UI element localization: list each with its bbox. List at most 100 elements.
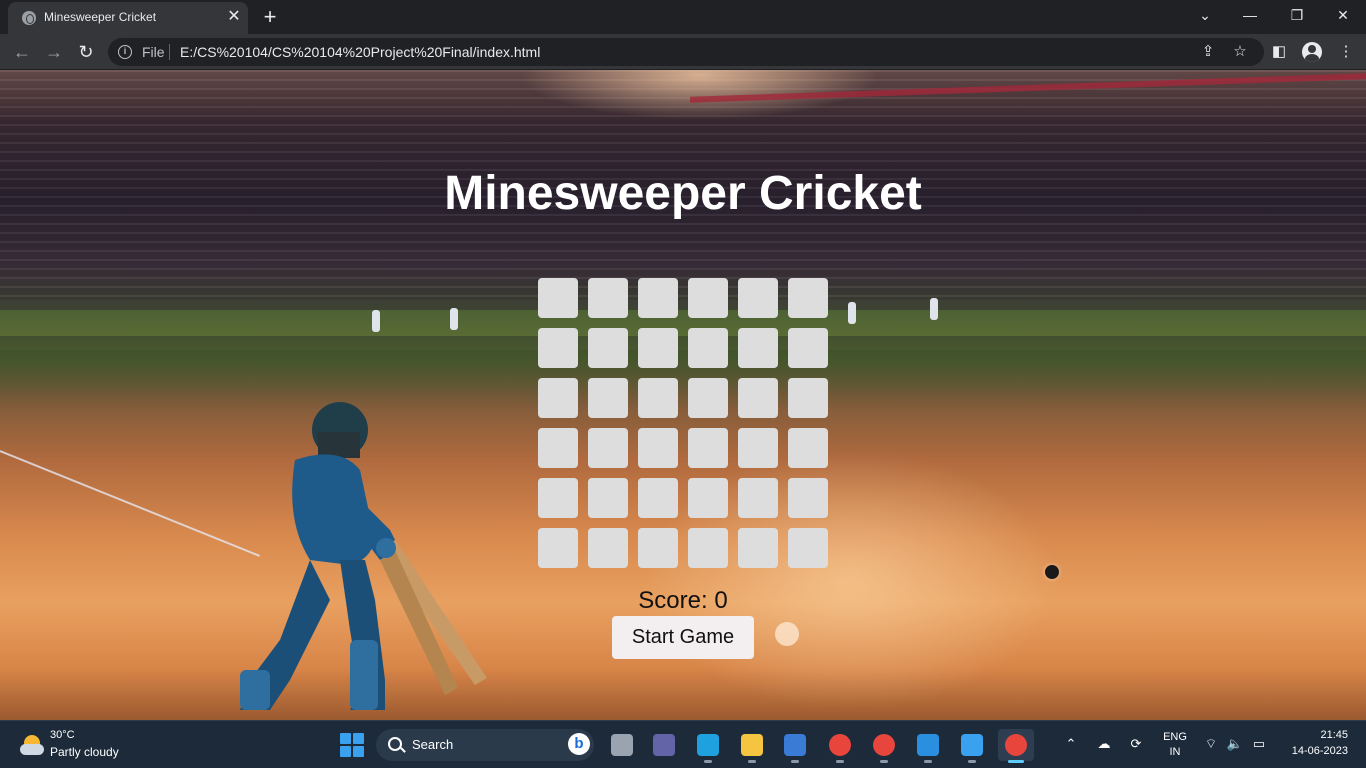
vscode-taskbar-button[interactable]	[910, 729, 946, 763]
sync-icon[interactable]: ⟳	[1127, 735, 1145, 753]
cricket-ball	[1045, 565, 1059, 579]
clock-date[interactable]: 14-06-2023	[1282, 745, 1348, 757]
chrome-profile-s-icon	[829, 734, 851, 756]
start-game-button[interactable]: Start Game	[612, 616, 754, 659]
bing-icon[interactable]: b	[568, 733, 590, 755]
grid-cell[interactable]	[588, 378, 628, 418]
grid-cell[interactable]	[538, 528, 578, 568]
grid-cell[interactable]	[738, 478, 778, 518]
file-explorer-taskbar-button[interactable]	[734, 729, 770, 763]
grid-cell[interactable]	[688, 328, 728, 368]
grid-cell[interactable]	[588, 278, 628, 318]
volume-icon[interactable]: 🔈	[1226, 735, 1244, 753]
grid-cell[interactable]	[788, 428, 828, 468]
running-indicator	[880, 760, 888, 763]
grid-cell[interactable]	[638, 378, 678, 418]
light-flare	[775, 622, 799, 646]
grid-cell[interactable]	[538, 478, 578, 518]
new-tab-button[interactable]: +	[258, 5, 282, 29]
chrome-profile-s-taskbar-button[interactable]	[822, 729, 858, 763]
weather-temperature[interactable]: 30°C	[50, 729, 75, 741]
tab-search-icon[interactable]: ⌄	[1193, 4, 1217, 26]
grid-cell[interactable]	[738, 428, 778, 468]
browser-tab[interactable]: Minesweeper Cricket ✕	[8, 2, 248, 34]
grid-cell[interactable]	[538, 278, 578, 318]
tab-close-icon[interactable]: ✕	[226, 8, 242, 26]
menu-kebab-icon[interactable]: ⋮	[1335, 41, 1357, 63]
grid-cell[interactable]	[538, 328, 578, 368]
grid-cell[interactable]	[738, 378, 778, 418]
forward-arrow-icon[interactable]: →	[42, 40, 66, 64]
grid-cell[interactable]	[588, 478, 628, 518]
microsoft-store-taskbar-button[interactable]	[777, 729, 813, 763]
fielder-figure	[372, 310, 380, 332]
windows-taskbar: 30°C Partly cloudy Search b ⌃ ☁ ⟳ ENG IN…	[0, 720, 1366, 768]
language-indicator[interactable]: ENG IN	[1160, 730, 1190, 760]
side-panel-icon[interactable]: ◧	[1268, 41, 1290, 63]
running-indicator	[791, 760, 799, 763]
grid-cell[interactable]	[688, 528, 728, 568]
close-window-button[interactable]: ✕	[1331, 4, 1355, 26]
grid-cell[interactable]	[738, 528, 778, 568]
grid-cell[interactable]	[738, 328, 778, 368]
grid-cell[interactable]	[788, 378, 828, 418]
battery-icon[interactable]: ▭	[1250, 735, 1268, 753]
grid-cell[interactable]	[538, 378, 578, 418]
reload-icon[interactable]: ↻	[74, 40, 98, 64]
file-label: File	[142, 44, 165, 60]
share-icon[interactable]: ⇪	[1198, 42, 1218, 62]
grid-cell[interactable]	[538, 428, 578, 468]
grid-cell[interactable]	[688, 478, 728, 518]
grid-cell[interactable]	[638, 278, 678, 318]
profile-avatar-icon[interactable]	[1302, 42, 1322, 62]
edge-taskbar-button[interactable]	[690, 729, 726, 763]
photos-icon	[961, 734, 983, 756]
onedrive-cloud-icon[interactable]: ☁	[1095, 735, 1113, 753]
grid-cell[interactable]	[788, 478, 828, 518]
partly-cloudy-icon[interactable]	[20, 733, 44, 757]
photos-taskbar-button[interactable]	[954, 729, 990, 763]
page-viewport: Minesweeper Cricket Score: 0 Start Game	[0, 70, 1366, 720]
batsman-figure	[200, 400, 520, 720]
chrome-profile-2-taskbar-button[interactable]	[866, 729, 902, 763]
grid-cell[interactable]	[588, 428, 628, 468]
minimize-button[interactable]: —	[1238, 4, 1262, 26]
info-icon[interactable]: i	[118, 45, 132, 59]
grid-cell[interactable]	[638, 528, 678, 568]
grid-cell[interactable]	[688, 378, 728, 418]
clock-time[interactable]: 21:45	[1300, 729, 1348, 741]
tab-title: Minesweeper Cricket	[44, 10, 157, 24]
chrome-taskbar-button[interactable]	[998, 729, 1034, 763]
fielder-figure	[930, 298, 938, 320]
running-indicator	[968, 760, 976, 763]
wifi-icon[interactable]: ⌔	[1202, 735, 1220, 753]
grid-cell[interactable]	[688, 428, 728, 468]
fielder-figure	[848, 302, 856, 324]
bookmark-star-icon[interactable]: ☆	[1230, 42, 1250, 62]
grid-cell[interactable]	[688, 278, 728, 318]
task-view-taskbar-button[interactable]	[604, 729, 640, 761]
back-arrow-icon[interactable]: ←	[10, 40, 34, 64]
grid-cell[interactable]	[588, 328, 628, 368]
url-text[interactable]: E:/CS%20104/CS%20104%20Project%20Final/i…	[180, 44, 540, 60]
browser-toolbar: ← → ↻ i File E:/CS%20104/CS%20104%20Proj…	[0, 34, 1366, 70]
grid-cell[interactable]	[738, 278, 778, 318]
teams-taskbar-button[interactable]	[646, 729, 682, 761]
address-bar[interactable]: i File E:/CS%20104/CS%20104%20Project%20…	[108, 38, 1264, 66]
running-indicator	[1008, 760, 1024, 763]
weather-description[interactable]: Partly cloudy	[50, 745, 119, 759]
grid-cell[interactable]	[788, 528, 828, 568]
grid-cell[interactable]	[638, 328, 678, 368]
grid-cell[interactable]	[638, 428, 678, 468]
task-view-icon	[611, 734, 633, 756]
chevron-up-icon[interactable]: ⌃	[1062, 735, 1080, 753]
taskbar-search[interactable]: Search b	[376, 729, 594, 761]
grid-cell[interactable]	[788, 278, 828, 318]
restore-button[interactable]: ❐	[1285, 4, 1309, 26]
grid-cell[interactable]	[588, 528, 628, 568]
file-explorer-icon	[741, 734, 763, 756]
grid-cell[interactable]	[788, 328, 828, 368]
windows-start-icon[interactable]	[340, 733, 364, 757]
grid-cell[interactable]	[638, 478, 678, 518]
browser-tab-bar: Minesweeper Cricket ✕ + ⌄ — ❐ ✕	[0, 0, 1366, 34]
